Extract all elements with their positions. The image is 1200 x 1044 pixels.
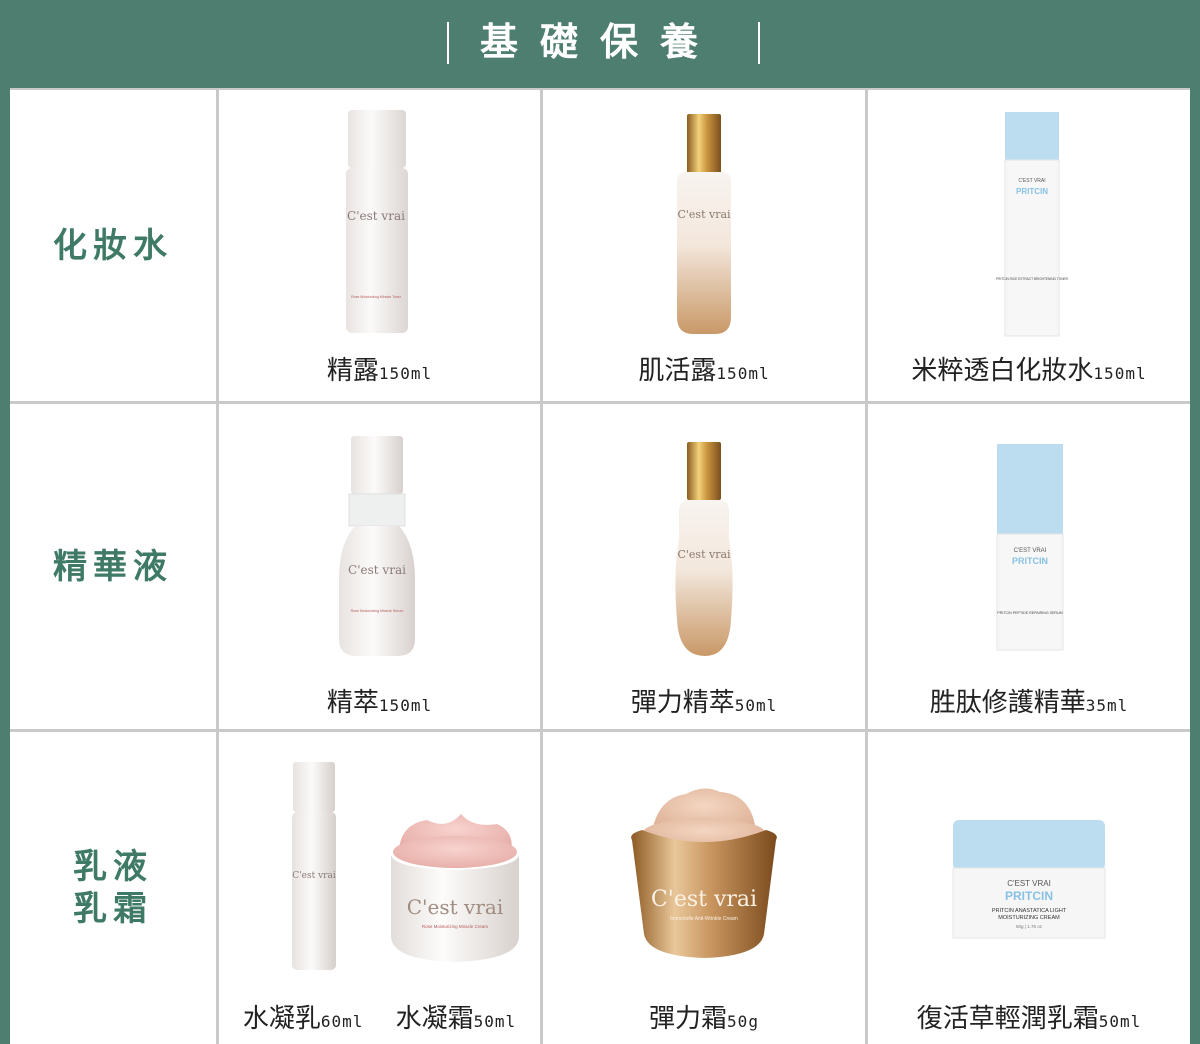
peptide-serum-box-image: C'EST VRAI PRITCIN PRITCIN PEPTIDE REPAI…	[996, 444, 1064, 651]
product-card[interactable]: C'EST VRAI PRITCIN PRITCIN ANASTATICA LI…	[868, 732, 1190, 1044]
svg-text:50g | 1.76 oz: 50g | 1.76 oz	[1016, 924, 1043, 929]
gel-cream-jar-image: C'est vrai Rose Moisturizing Miracle Cre…	[391, 814, 519, 962]
svg-text:Immortelle Anti-Wrinkle Cream: Immortelle Anti-Wrinkle Cream	[670, 916, 738, 922]
svg-text:C'EST VRAI: C'EST VRAI	[1007, 879, 1051, 888]
row-label-toner: 化妝水	[10, 90, 216, 401]
svg-text:C'est vrai: C'est vrai	[292, 871, 336, 881]
product-size: 60ml	[320, 1012, 364, 1031]
product-name: 復活草輕潤乳霜	[916, 1004, 1099, 1034]
svg-text:C'est vrai: C'est vrai	[407, 895, 503, 919]
row-label-text: 乳液 乳霜	[73, 847, 153, 929]
row-label-serum: 精華液	[10, 404, 216, 729]
svg-text:C'est vrai: C'est vrai	[677, 548, 731, 561]
product-name: 彈力精萃	[630, 688, 735, 718]
svg-text:PRITCIN RICE EXTRACT BRIGHTENI: PRITCIN RICE EXTRACT BRIGHTENING TONER	[996, 277, 1069, 281]
row-label-text: 精華液	[53, 546, 173, 587]
svg-text:PRITCIN ANASTATICA LIGHT: PRITCIN ANASTATICA LIGHT	[992, 908, 1067, 914]
svg-text:C'EST VRAI: C'EST VRAI	[1014, 548, 1047, 554]
product-card[interactable]: C'est vrai Rose Moisturizing Miracle Ser…	[219, 404, 540, 729]
section-header: 基礎保養	[0, 0, 1200, 88]
svg-text:PRITCIN: PRITCIN	[1005, 889, 1053, 903]
header-divider-right	[758, 22, 760, 64]
product-name: 水凝霜	[395, 1004, 474, 1034]
product-size: 150ml	[1093, 364, 1147, 383]
product-name: 胜肽修護精華	[929, 688, 1086, 718]
row-label-cream: 乳液 乳霜	[10, 732, 216, 1044]
product-name: 米粹透白化妝水	[911, 356, 1094, 386]
lotion-bottle-image: C'est vrai	[292, 762, 336, 970]
svg-text:PRITCIN PEPTIDE REPAIRING SERU: PRITCIN PEPTIDE REPAIRING SERUM	[997, 611, 1062, 615]
product-name: 水凝乳	[242, 1004, 321, 1034]
product-card[interactable]: C'est vrai Rose Moisturizing Miracle Ton…	[219, 90, 540, 401]
product-size: 150ml	[716, 364, 770, 383]
product-card[interactable]: C'EST VRAI PRITCIN PRITCIN RICE EXTRACT …	[868, 90, 1190, 401]
product-size: 50ml	[1098, 1012, 1142, 1031]
product-card[interactable]: C'est vrai C'est vrai Rose Moisturizing …	[219, 732, 540, 1044]
anastatica-cream-jar-image: C'EST VRAI PRITCIN PRITCIN ANASTATICA LI…	[952, 820, 1106, 939]
product-size: 35ml	[1085, 696, 1129, 715]
svg-text:C'est vrai: C'est vrai	[651, 887, 757, 912]
product-size: 150ml	[378, 696, 433, 715]
toner-bottle-image: C'est vrai Rose Moisturizing Miracle Ton…	[346, 110, 408, 333]
product-size: 50g	[727, 1012, 759, 1031]
product-name: 精萃	[326, 688, 379, 718]
product-card[interactable]: C'est vrai 肌活露150ml	[543, 90, 865, 401]
svg-text:MOISTURIZING CREAM: MOISTURIZING CREAM	[998, 915, 1060, 921]
rice-toner-bottle-image: C'EST VRAI PRITCIN PRITCIN RICE EXTRACT …	[996, 112, 1069, 337]
product-grid: 化妝水 精華液 乳液 乳霜 C'est vrai Rose Moisturizi…	[10, 88, 1190, 1044]
svg-text:PRITCIN: PRITCIN	[1016, 187, 1048, 196]
product-name: 彈力霜	[649, 1004, 728, 1034]
svg-text:C'est vrai: C'est vrai	[348, 563, 406, 577]
essence-bottle-image: C'est vrai	[677, 114, 731, 334]
product-name: 肌活露	[638, 356, 717, 386]
svg-text:Rose Moisturizing Miracle Crea: Rose Moisturizing Miracle Cream	[422, 924, 489, 929]
product-card[interactable]: C'EST VRAI PRITCIN PRITCIN PEPTIDE REPAI…	[868, 404, 1190, 729]
product-size: 50ml	[473, 1012, 517, 1031]
row-label-text: 化妝水	[53, 225, 173, 266]
product-size: 50ml	[734, 696, 778, 715]
serum-bottle-image: C'est vrai Rose Moisturizing Miracle Ser…	[339, 436, 415, 656]
svg-text:Rose Moisturizing Miracle Tone: Rose Moisturizing Miracle Toner	[351, 295, 402, 299]
firming-cream-jar-image: C'est vrai Immortelle Anti-Wrinkle Cream	[631, 788, 777, 958]
section-title: 基礎保養	[479, 20, 720, 64]
product-card[interactable]: C'est vrai Immortelle Anti-Wrinkle Cream…	[543, 732, 865, 1044]
svg-text:Rose Moisturizing Miracle Seru: Rose Moisturizing Miracle Serum	[351, 609, 404, 613]
svg-text:C'est vrai: C'est vrai	[347, 209, 405, 223]
firming-serum-bottle-image: C'est vrai	[675, 442, 733, 656]
svg-text:C'est vrai: C'est vrai	[677, 208, 731, 221]
product-size: 150ml	[378, 364, 433, 383]
product-name: 精露	[326, 356, 379, 386]
svg-text:PRITCIN: PRITCIN	[1012, 556, 1048, 566]
product-card[interactable]: C'est vrai 彈力精萃50ml	[543, 404, 865, 729]
svg-text:C'EST VRAI: C'EST VRAI	[1018, 178, 1045, 184]
